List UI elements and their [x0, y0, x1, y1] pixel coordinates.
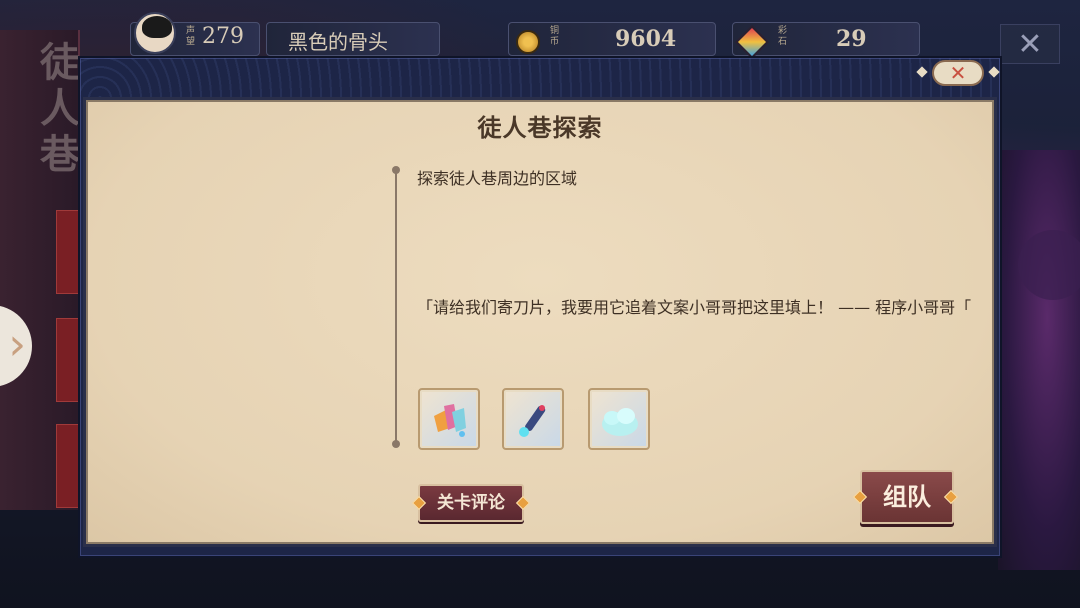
stage-quote: 「请给我们寄刀片，我要用它追着文案小哥哥把这里填上！ —— 程序小哥哥「 — [417, 298, 972, 317]
form-team-label: 组队 — [883, 482, 931, 511]
stage-comments-label: 关卡评论 — [437, 493, 505, 513]
reward-item[interactable] — [502, 388, 564, 450]
coin-label: 铜币 — [550, 26, 560, 47]
rank-label: 声望 — [186, 26, 196, 47]
copper-coin-icon — [516, 30, 540, 54]
crystal-shards-icon — [434, 404, 466, 437]
chevron-right-icon: › — [8, 319, 26, 370]
close-icon: ✕ — [949, 61, 967, 85]
stage-comments-button[interactable]: 关卡评论 — [418, 484, 524, 522]
coin-value: 9604 — [615, 26, 677, 52]
gem-label: 彩石 — [778, 26, 788, 47]
divider-ornament — [392, 166, 400, 174]
gem-value: 29 — [836, 26, 867, 52]
hud-close-button[interactable]: ✕ — [1000, 24, 1060, 64]
reward-item[interactable] — [588, 388, 650, 450]
close-icon: ✕ — [1017, 27, 1043, 62]
stage-description: 探索徒人巷周边的区域 — [417, 169, 578, 188]
form-team-button[interactable]: 组队 — [860, 470, 954, 524]
player-avatar[interactable] — [134, 12, 176, 54]
modal-close-button[interactable]: ✕ — [932, 60, 984, 86]
modal-title: 徒人巷探索 — [477, 113, 603, 142]
vertical-divider — [395, 170, 397, 444]
background-right-decoration — [998, 150, 1080, 570]
divider-ornament — [392, 440, 400, 448]
player-name: 黑色的骨头 — [288, 30, 388, 54]
reward-item[interactable] — [418, 388, 480, 450]
background-location-title: 徒人巷 — [40, 39, 80, 178]
top-hud: 声望 279 黑色的骨头 铜币 9604 彩石 29 ✕ — [0, 0, 1080, 64]
rank-value: 279 — [202, 24, 244, 49]
blue-pen-icon — [519, 405, 546, 437]
frame-pattern — [80, 58, 1000, 102]
cloud-stone-icon — [602, 408, 638, 436]
modal-content-panel — [86, 100, 994, 544]
